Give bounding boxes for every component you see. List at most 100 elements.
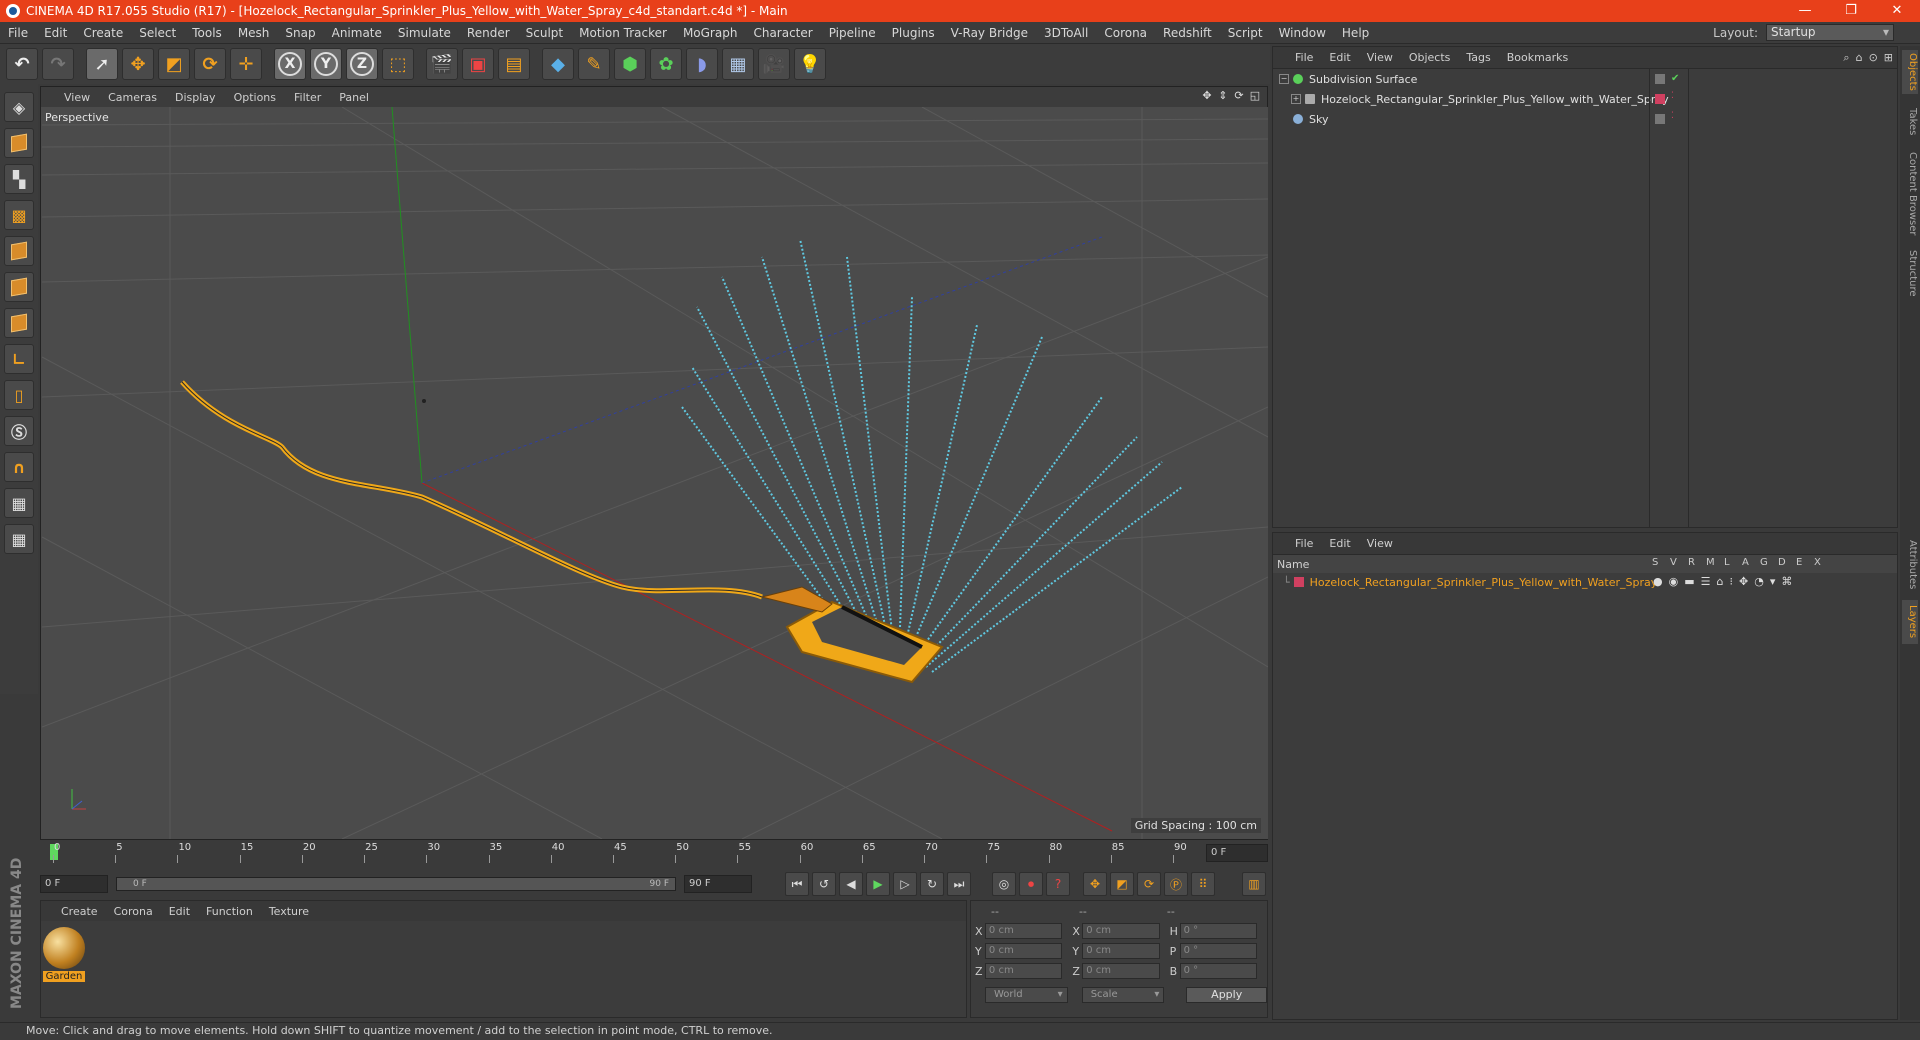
viewport-menu-panel[interactable]: Panel [330,91,378,104]
move-tool-button[interactable]: ✥ [122,48,154,80]
tab-layers[interactable]: Layers [1902,600,1918,644]
layer-color-swatch[interactable] [1293,577,1304,587]
key-scale-button[interactable]: ◩ [1110,872,1134,896]
objects-menu-file[interactable]: File [1287,51,1321,64]
key-parameter-button[interactable]: Ⓟ [1164,872,1188,896]
viewport-menu-display[interactable]: Display [166,91,225,104]
animation-icon[interactable]: ⁝ [1729,575,1733,588]
redo-button[interactable]: ↷ [42,48,74,80]
next-key-button[interactable]: ↻ [920,872,944,896]
objects-menu-bookmarks[interactable]: Bookmarks [1499,51,1576,64]
object-row-sprinkler[interactable]: + Hozelock_Rectangular_Sprinkler_Plus_Ye… [1273,89,1897,109]
tab-takes[interactable]: Takes [1902,104,1918,140]
objects-menu-objects[interactable]: Objects [1401,51,1459,64]
y-axis-lock-button[interactable]: Y [310,48,342,80]
motion-record-button[interactable]: ◎ [992,872,1016,896]
end-frame-field[interactable]: 90 F [684,875,752,893]
key-position-button[interactable]: ✥ [1083,872,1107,896]
material-menu-edit[interactable]: Edit [161,905,198,918]
xref-icon[interactable]: ⌘ [1781,575,1792,588]
light-object-button[interactable]: 💡 [794,48,826,80]
menu-render[interactable]: Render [459,26,518,40]
viewport-menu-filter[interactable]: Filter [285,91,330,104]
size-y-field[interactable]: 0 cm [1082,943,1160,959]
menu-edit[interactable]: Edit [36,26,75,40]
lock-workplane-button[interactable]: ▦ [4,488,34,518]
material-menu-function[interactable]: Function [198,905,261,918]
menu-pipeline[interactable]: Pipeline [821,26,884,40]
polygons-mode-button[interactable] [4,308,34,338]
solo-dot-icon[interactable]: ● [1653,575,1663,588]
workplane-mode-button[interactable]: ▩ [4,200,34,230]
magnet-button[interactable]: ∩ [4,452,34,482]
size-x-field[interactable]: 0 cm [1082,923,1160,939]
viewport-menu-cameras[interactable]: Cameras [99,91,166,104]
apply-button[interactable]: Apply [1186,987,1267,1003]
viewport-perspective[interactable]: View Cameras Display Options Filter Pane… [40,86,1268,840]
key-pla-button[interactable]: ⠿ [1191,872,1215,896]
autokey-button[interactable]: ? [1046,872,1070,896]
render-clapper-icon[interactable]: ▬ [1684,575,1694,588]
edges-mode-button[interactable] [4,272,34,302]
deformer-button[interactable]: ◗ [686,48,718,80]
timeline-ruler[interactable]: 0 5 10 15 20 25 30 35 40 45 50 55 60 65 70 75 80 85 90 0 F [40,842,1268,864]
frame-range-slider[interactable]: 0 F 90 F [116,877,676,891]
scale-tool-button[interactable]: ◩ [158,48,190,80]
viewport-menu-view[interactable]: View [55,91,99,104]
layers-menu-view[interactable]: View [1359,537,1401,550]
x-axis-lock-button[interactable]: X [274,48,306,80]
menu-character[interactable]: Character [745,26,820,40]
material-menu-corona[interactable]: Corona [106,905,161,918]
subdivision-button[interactable]: ⬢ [614,48,646,80]
menu-select[interactable]: Select [131,26,184,40]
menu-redshift[interactable]: Redshift [1155,26,1220,40]
cloner-button[interactable]: ✿ [650,48,682,80]
rot-h-field[interactable]: 0 ° [1179,923,1257,939]
make-editable-button[interactable]: ◈ [4,92,34,122]
orbit-icon[interactable]: ⟳ [1231,89,1247,102]
snap-button[interactable]: Ⓢ [4,416,34,446]
recent-tool-button[interactable]: ✛ [230,48,262,80]
search-icon[interactable]: ⌕ [1843,51,1849,65]
prev-frame-button[interactable]: ◀ [839,872,863,896]
tab-objects[interactable]: Objects [1902,50,1918,94]
planar-workplane-button[interactable]: ▦ [4,524,34,554]
floor-object-button[interactable]: ▦ [722,48,754,80]
texture-mode-button[interactable]: ▚ [4,164,34,194]
menu-create[interactable]: Create [75,26,131,40]
pen-spline-button[interactable]: ✎ [578,48,610,80]
maximize-view-icon[interactable]: ◱ [1247,89,1263,102]
size-z-field[interactable]: 0 cm [1082,963,1160,979]
menu-help[interactable]: Help [1334,26,1377,40]
generator-icon[interactable]: ✥ [1739,575,1748,588]
z-axis-lock-button[interactable]: Z [346,48,378,80]
collapse-icon[interactable]: − [1279,74,1289,84]
render-settings-button[interactable]: ▤ [498,48,530,80]
zoom-icon[interactable]: ⇕ [1215,89,1231,102]
layers-menu-edit[interactable]: Edit [1321,537,1358,550]
goto-start-button[interactable]: ⏮ [785,872,809,896]
menu-corona[interactable]: Corona [1096,26,1155,40]
rot-b-field[interactable]: 0 ° [1179,963,1257,979]
menu-script[interactable]: Script [1220,26,1271,40]
goto-end-button[interactable]: ⏭ [947,872,971,896]
coordinate-system-button[interactable]: ⬚ [382,48,414,80]
record-button[interactable]: ⏺ [1019,872,1043,896]
coordinate-mode-dropdown[interactable]: World [985,987,1068,1003]
undo-button[interactable]: ↶ [6,48,38,80]
points-mode-button[interactable] [4,236,34,266]
menu-window[interactable]: Window [1271,26,1334,40]
expand-icon[interactable]: ⊞ [1884,51,1893,65]
layer-row[interactable]: └ Hozelock_Rectangular_Sprinkler_Plus_Ye… [1273,573,1897,591]
rotate-tool-button[interactable]: ⟳ [194,48,226,80]
objects-menu-view[interactable]: View [1359,51,1401,64]
menu-3dtoall[interactable]: 3DToAll [1036,26,1096,40]
viewport-menu-options[interactable]: Options [225,91,285,104]
menu-simulate[interactable]: Simulate [390,26,459,40]
live-selection-button[interactable]: ➚ [86,48,118,80]
close-button[interactable]: ✕ [1874,0,1920,22]
objects-menu-tags[interactable]: Tags [1458,51,1498,64]
eye-icon[interactable]: ◉ [1669,575,1679,588]
minimize-button[interactable]: — [1782,0,1828,22]
objects-menu-edit[interactable]: Edit [1321,51,1358,64]
